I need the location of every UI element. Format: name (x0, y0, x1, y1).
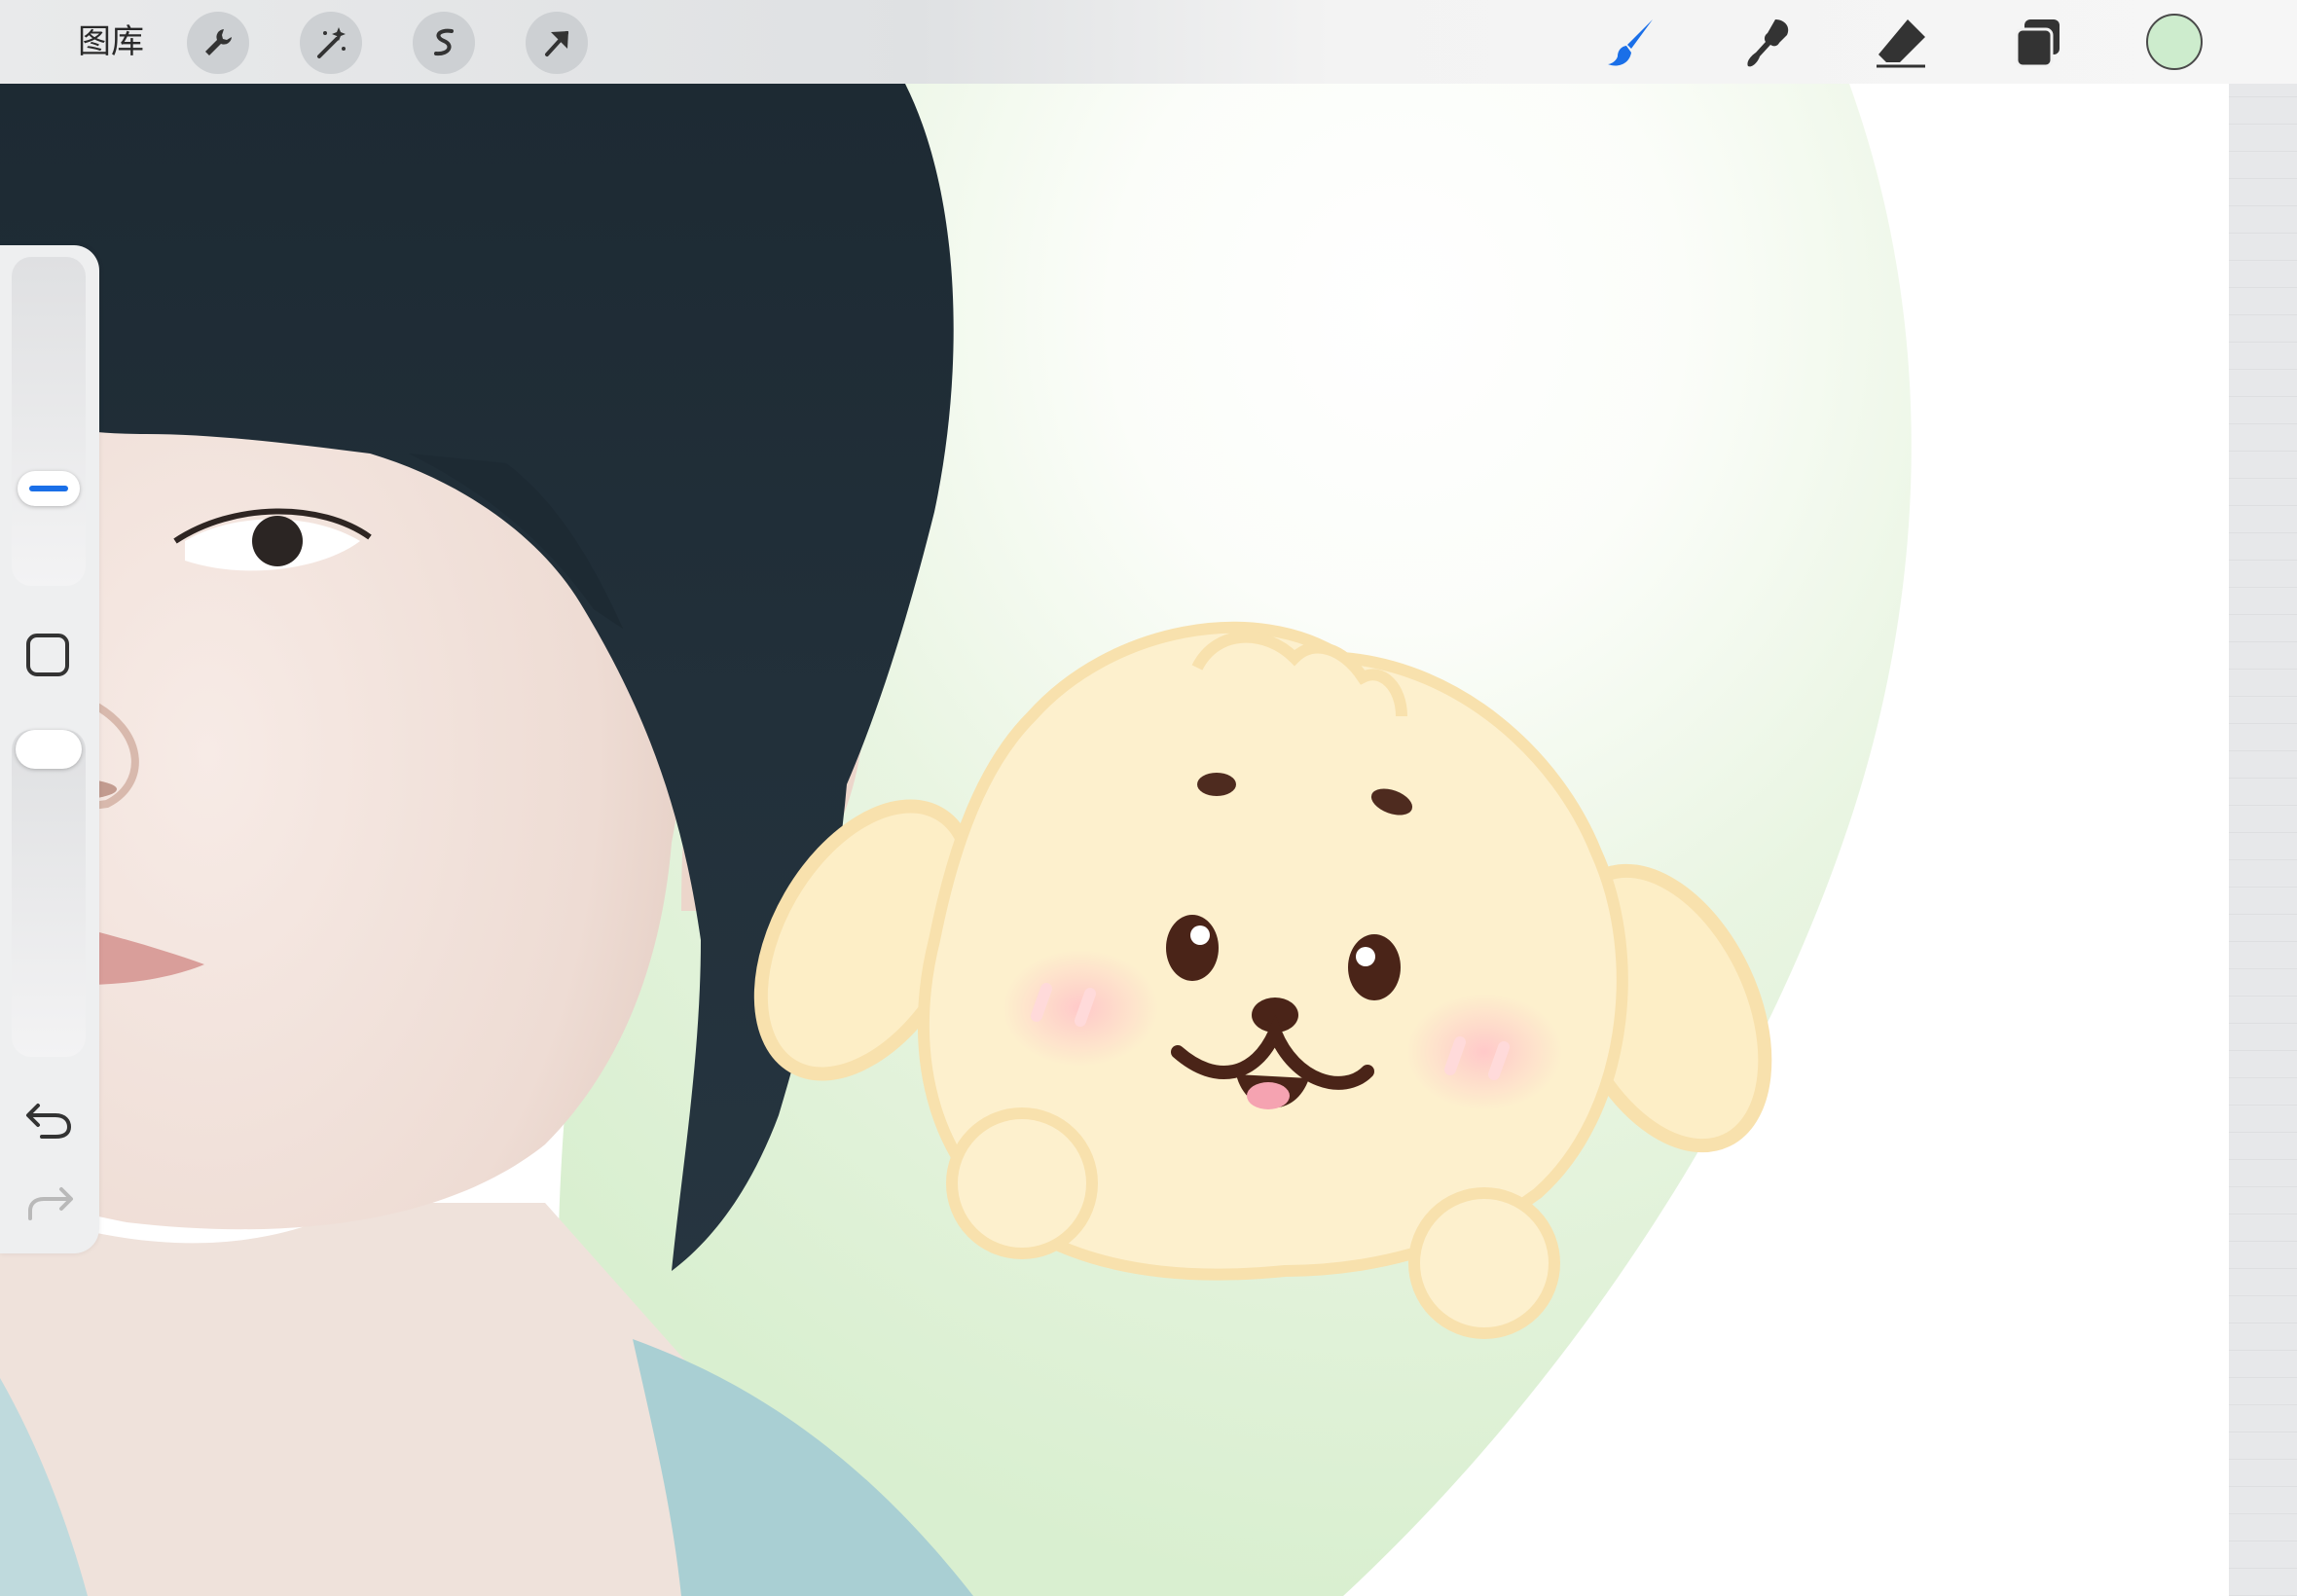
opacity-thumb[interactable] (16, 730, 82, 769)
gallery-button[interactable]: 图库 (78, 21, 144, 62)
drawing-canvas[interactable] (0, 84, 2229, 1596)
brush-size-thumb[interactable] (18, 471, 80, 506)
brush-size-slider[interactable] (12, 257, 86, 586)
magic-wand-icon[interactable] (300, 12, 362, 74)
undo-icon[interactable] (24, 1098, 75, 1141)
wrench-icon[interactable] (187, 12, 249, 74)
canvas-edge-grid (2229, 84, 2297, 1596)
modify-square-icon[interactable] (25, 633, 70, 677)
layers-icon[interactable] (2009, 14, 2067, 72)
redo-icon[interactable] (24, 1181, 75, 1224)
transform-arrow-icon[interactable] (526, 12, 588, 74)
eraser-icon[interactable] (1873, 14, 1931, 72)
smudge-icon[interactable] (1738, 14, 1797, 72)
top-toolbar: 图库 (0, 0, 2297, 84)
artwork (0, 84, 1912, 1596)
brush-icon[interactable] (1602, 14, 1660, 72)
left-sidebar (0, 245, 99, 1253)
opacity-slider[interactable] (12, 730, 86, 1057)
color-swatch[interactable] (2146, 14, 2203, 70)
selection-s-icon[interactable] (413, 12, 475, 74)
